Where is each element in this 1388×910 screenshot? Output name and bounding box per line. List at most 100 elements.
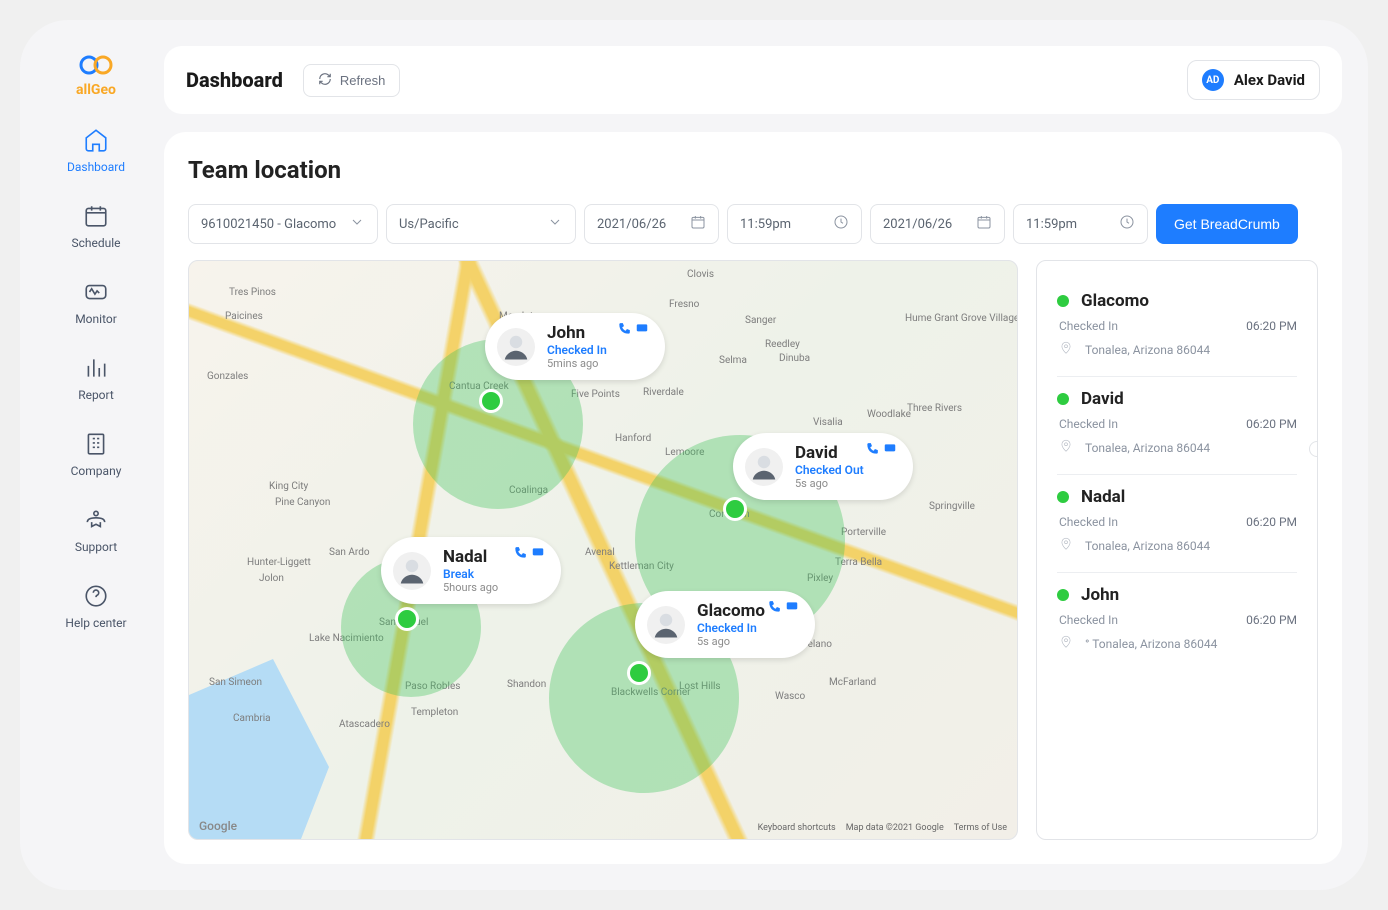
avatar-icon xyxy=(497,328,535,366)
map-callout[interactable]: David Checked Out 5s ago xyxy=(733,433,913,500)
callout-name: John xyxy=(547,323,607,343)
date-to-input[interactable]: 2021/06/26 xyxy=(870,204,1005,244)
device-select[interactable]: 9610021450 - Glacomo xyxy=(188,204,378,244)
sidebar-item-support[interactable]: Support xyxy=(75,506,117,554)
date-from-input[interactable]: 2021/06/26 xyxy=(584,204,719,244)
chat-icon[interactable] xyxy=(883,441,897,460)
people-panel: Glacomo Checked In 06:20 PM Tonalea, Ari… xyxy=(1036,260,1318,840)
sidebar: allGeo Dashboard Schedule Monitor Report… xyxy=(46,46,146,864)
time-from-value: 11:59pm xyxy=(740,217,791,232)
map-place-label: Sanger xyxy=(745,315,776,326)
brand-name: allGeo xyxy=(76,82,116,98)
sidebar-item-monitor[interactable]: Monitor xyxy=(75,278,117,326)
map-place-label: Dinuba xyxy=(779,353,810,364)
status-dot-icon xyxy=(1057,491,1069,503)
refresh-button[interactable]: Refresh xyxy=(303,64,401,97)
map-place-label: Pine Canyon xyxy=(275,497,330,508)
phone-icon[interactable] xyxy=(865,441,879,460)
chat-icon[interactable] xyxy=(635,321,649,340)
map-place-label: San Simeon xyxy=(209,677,262,688)
refresh-label: Refresh xyxy=(340,73,386,88)
location-pin-icon xyxy=(1059,537,1073,554)
person-name: Nadal xyxy=(1081,487,1125,507)
chat-icon[interactable] xyxy=(785,599,799,618)
avatar-icon xyxy=(647,606,685,644)
map-place-label: Tres Pinos xyxy=(229,287,276,298)
map-shortcuts-link[interactable]: Keyboard shortcuts xyxy=(758,823,836,833)
date-to-value: 2021/06/26 xyxy=(883,217,952,232)
sidebar-item-report[interactable]: Report xyxy=(78,354,114,402)
chat-icon[interactable] xyxy=(531,545,545,564)
map-place-label: Hanford xyxy=(615,433,651,444)
filter-row: 9610021450 - Glacomo Us/Pacific 2021/06/… xyxy=(188,204,1318,244)
map-place-label: Woodlake xyxy=(867,409,911,420)
main: Dashboard Refresh AD Alex David Team loc… xyxy=(164,46,1342,864)
map-place-label: Three Rivers xyxy=(907,403,962,414)
person-location: Tonalea, Arizona 86044 xyxy=(1085,539,1210,553)
status-dot-icon xyxy=(1057,589,1069,601)
phone-icon[interactable] xyxy=(767,599,781,618)
map-place-label: Avenal xyxy=(585,547,615,558)
callout-time: 5hours ago xyxy=(443,581,498,594)
callout-status: Checked In xyxy=(697,621,765,635)
map-place-label: Porterville xyxy=(841,527,886,538)
sidebar-item-label: Help center xyxy=(65,616,126,630)
phone-icon[interactable] xyxy=(513,545,527,564)
sidebar-item-label: Schedule xyxy=(71,236,120,250)
status-dot-icon xyxy=(1057,393,1069,405)
time-to-value: 11:59pm xyxy=(1026,217,1077,232)
map-google-logo: Google xyxy=(199,819,237,833)
map-pin[interactable] xyxy=(627,661,651,685)
callout-status: Break xyxy=(443,567,498,581)
avatar-badge: AD xyxy=(1202,69,1224,91)
person-time: 06:20 PM xyxy=(1246,417,1297,431)
sidebar-item-company[interactable]: Company xyxy=(71,430,122,478)
map-pin[interactable] xyxy=(479,389,503,413)
phone-icon[interactable] xyxy=(617,321,631,340)
map[interactable]: Tres Pinos Paicines Gonzales King City P… xyxy=(188,260,1018,840)
calendar-icon xyxy=(976,214,992,234)
sidebar-item-dashboard[interactable]: Dashboard xyxy=(67,126,125,174)
sidebar-item-label: Dashboard xyxy=(67,160,125,174)
panel-resize-handle[interactable] xyxy=(1309,441,1318,457)
calendar-icon xyxy=(690,214,706,234)
person-name: John xyxy=(1081,585,1119,605)
map-place-label: Hume Grant Grove Village xyxy=(905,313,1018,324)
location-pin-icon xyxy=(1059,439,1073,456)
person-item[interactable]: David Checked In 06:20 PM Tonalea, Arizo… xyxy=(1057,377,1297,475)
body-row: Tres Pinos Paicines Gonzales King City P… xyxy=(188,260,1318,840)
get-breadcrumb-button[interactable]: Get BreadCrumb xyxy=(1156,204,1298,244)
map-callout[interactable]: John Checked In 5mins ago xyxy=(485,313,665,380)
report-icon xyxy=(83,354,109,382)
map-place-label: Clovis xyxy=(687,269,714,280)
user-menu[interactable]: AD Alex David xyxy=(1187,60,1320,100)
time-from-input[interactable]: 11:59pm xyxy=(727,204,862,244)
person-name: Glacomo xyxy=(1081,291,1149,311)
map-pin[interactable] xyxy=(395,607,419,631)
map-place-label: San Ardo xyxy=(329,547,370,558)
callout-name: Glacomo xyxy=(697,601,765,621)
person-status: Checked In xyxy=(1059,613,1131,627)
map-place-label: Riverdale xyxy=(643,387,684,398)
person-item[interactable]: Nadal Checked In 06:20 PM Tonalea, Arizo… xyxy=(1057,475,1297,573)
person-item[interactable]: Glacomo Checked In 06:20 PM Tonalea, Ari… xyxy=(1057,279,1297,377)
time-to-input[interactable]: 11:59pm xyxy=(1013,204,1148,244)
map-place-label: Visalia xyxy=(813,417,843,428)
callout-time: 5mins ago xyxy=(547,357,607,370)
company-icon xyxy=(83,430,109,458)
map-callout[interactable]: Glacomo Checked In 5s ago xyxy=(635,591,815,658)
sidebar-item-label: Monitor xyxy=(75,312,117,326)
map-pin[interactable] xyxy=(723,497,747,521)
person-location: ° Tonalea, Arizona 86044 xyxy=(1085,637,1217,651)
timezone-select[interactable]: Us/Pacific xyxy=(386,204,576,244)
sidebar-item-schedule[interactable]: Schedule xyxy=(71,202,120,250)
user-name: Alex David xyxy=(1234,71,1305,89)
person-time: 06:20 PM xyxy=(1246,319,1297,333)
map-callout[interactable]: Nadal Break 5hours ago xyxy=(381,537,561,604)
person-item[interactable]: John Checked In 06:20 PM ° Tonalea, Ariz… xyxy=(1057,573,1297,670)
map-terms-link[interactable]: Terms of Use xyxy=(954,823,1007,833)
sidebar-item-helpcenter[interactable]: Help center xyxy=(65,582,126,630)
location-pin-icon xyxy=(1059,341,1073,358)
callout-time: 5s ago xyxy=(795,477,864,490)
help-icon xyxy=(83,582,109,610)
